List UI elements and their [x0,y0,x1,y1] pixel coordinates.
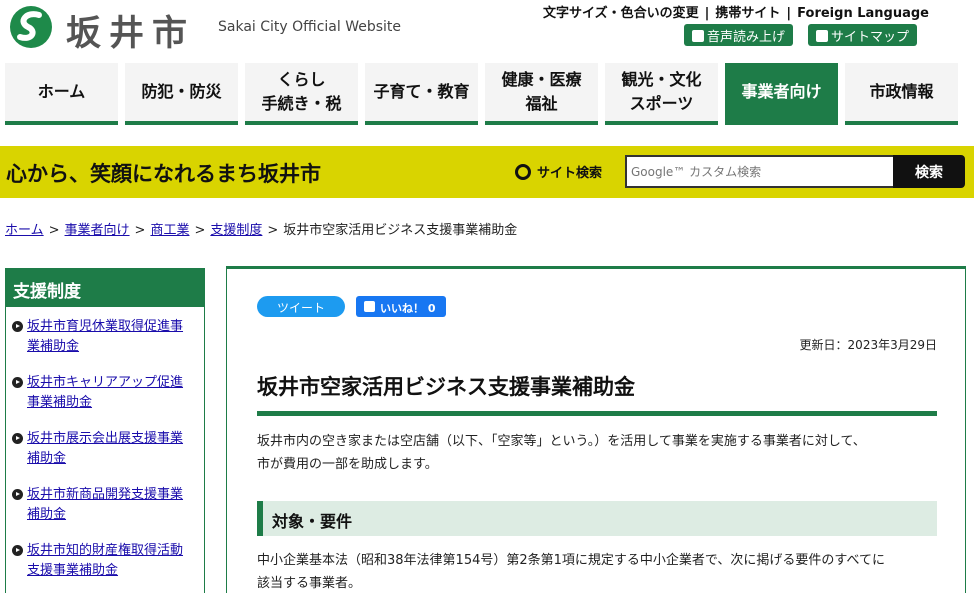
nav-tourism-culture[interactable]: 観光・文化 スポーツ [605,63,718,125]
sidebar-link-ip-rights[interactable]: 坂井市知的財産権取得活動 支援事業補助金 [27,543,183,578]
sidebar-item: 坂井市展示会出展支援事業 補助金 [6,419,204,475]
breadcrumb: ホーム > 事業者向け > 商工業 > 支援制度 > 坂井市空家活用ビジネス支援事業補助金 [5,223,518,238]
bullet-arrow-icon [12,377,23,388]
sidebar-item: 坂井市新商品開発支援事業 補助金 [6,475,204,531]
thumbs-up-icon [364,301,375,312]
breadcrumb-support[interactable]: 支援制度 [210,223,262,238]
sidebar: 支援制度 坂井市育児休業取得促進事 業補助金 坂井市キャリアアップ促進 事業補助金 … [5,268,205,593]
site-search-label: サイト検索 [515,162,602,181]
sidebar-link-exhibition[interactable]: 坂井市展示会出展支援事業 補助金 [27,431,183,466]
breadcrumb-commerce[interactable]: 商工業 [150,223,189,238]
tweet-button[interactable]: ツイート [257,296,345,317]
sidebar-link-childcare-leave[interactable]: 坂井市育児休業取得促進事 業補助金 [27,319,183,354]
utility-links: 文字サイズ・色合いの変更 | 携帯サイト | Foreign Language [543,6,929,21]
nav-childcare-education[interactable]: 子育て・教育 [365,63,478,125]
sidebar-item: 坂井市育児休業取得促進事 業補助金 [6,307,204,363]
nav-home[interactable]: ホーム [5,63,118,125]
bullet-arrow-icon [12,489,23,500]
bullet-arrow-icon [12,321,23,332]
site-search-input[interactable] [625,155,895,188]
section-heading-eligibility: 対象・要件 [257,501,937,536]
site-header: 坂井市 Sakai City Official Website 文字サイズ・色合… [0,0,974,62]
bullet-arrow-icon [12,545,23,556]
intro-text: 坂井市内の空き家または空店舗（以下、「空家等」という。）を活用して事業を実施する… [257,434,866,472]
speaker-icon [692,30,704,42]
sitemap-button[interactable]: サイトマップ [808,24,918,46]
city-subtitle: Sakai City Official Website [218,19,402,35]
sidebar-item: 坂井市キャリアアップ促進 事業補助金 [6,363,204,419]
sitemap-icon [816,30,828,42]
nav-health-welfare[interactable]: 健康・医療 福祉 [485,63,598,125]
mobile-site-link[interactable]: 携帯サイト [715,6,780,21]
voice-reading-button[interactable]: 音声読み上げ [684,24,794,46]
nav-crime-disaster[interactable]: 防犯・防災 [125,63,238,125]
city-tagline: 心から、笑顔になれるまち坂井市 [6,162,321,186]
breadcrumb-business[interactable]: 事業者向け [65,223,130,238]
main-content: ツイート いいね！ 0 更新日：2023年3月29日 坂井市空家活用ビジネス支援… [226,266,966,593]
eligibility-text: 中小企業基本法（昭和38年法律第154号）第2条第1項に規定する中小企業者で、次… [257,553,885,591]
city-logo-icon[interactable] [6,4,56,50]
nav-business[interactable]: 事業者向け [725,63,838,125]
nav-city-info[interactable]: 市政情報 [845,63,958,125]
font-color-settings-link[interactable]: 文字サイズ・色合いの変更 [543,6,699,21]
foreign-language-link[interactable]: Foreign Language [797,6,929,21]
bullet-arrow-icon [12,433,23,444]
updated-date: 更新日：2023年3月29日 [799,338,937,352]
sidebar-link-new-product[interactable]: 坂井市新商品開発支援事業 補助金 [27,487,183,522]
breadcrumb-home[interactable]: ホーム [5,223,44,238]
city-name[interactable]: 坂井市 [66,5,195,56]
facebook-like-button[interactable]: いいね！ 0 [356,296,446,317]
search-icon [515,164,531,180]
sidebar-link-career-up[interactable]: 坂井市キャリアアップ促進 事業補助金 [27,375,183,410]
breadcrumb-current: 坂井市空家活用ビジネス支援事業補助金 [283,223,518,238]
tagline-band: 心から、笑顔になれるまち坂井市 サイト検索 検索 [0,146,974,198]
page-title: 坂井市空家活用ビジネス支援事業補助金 [257,371,937,416]
nav-living[interactable]: くらし 手続き・税 [245,63,358,125]
search-button[interactable]: 検索 [893,155,965,188]
sidebar-title: 支援制度 [6,269,204,307]
sidebar-item: 坂井市知的財産権取得活動 支援事業補助金 [6,531,204,587]
global-nav: ホーム 防犯・防災 くらし 手続き・税 子育て・教育 健康・医療 福祉 観光・文… [5,63,967,125]
